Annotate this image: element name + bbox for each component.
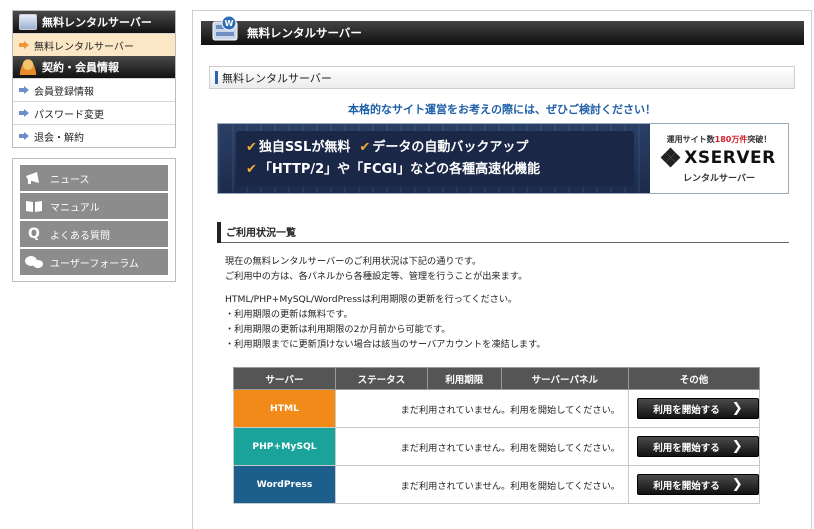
server-icon: W [209,14,243,46]
sidebar-links: ニュース マニュアル Q よくある質問 ユーザーフォーラム [12,158,176,282]
banner-stat-prefix: 運用サイト数 [666,134,715,144]
sidebar-link-label: よくある質問 [50,230,110,242]
check-icon: ✔ [246,140,257,155]
status-message: まだ利用されていません。利用を開始してください。 [335,427,629,466]
start-php-mysql-button[interactable]: 利用を開始する ❯ [637,436,759,457]
col-header-status: ステータス [335,367,428,390]
sidebar: 無料レンタルサーバー 無料レンタルサーバー 契約・会員情報 会員登録情報 パスワ… [12,10,176,282]
banner-stat: 運用サイト数180万件突破！ [667,134,772,145]
action-cell: 利用を開始する ❯ [628,465,760,504]
sidebar-link-news[interactable]: ニュース [20,165,168,191]
sidebar-link-faq[interactable]: Q よくある質問 [20,221,168,247]
banner-feature-speed: 「HTTP/2」や「FCGI」などの各種高速化機能 [258,162,541,177]
sidebar-item-password[interactable]: パスワード変更 [13,101,175,124]
action-cell: 利用を開始する ❯ [628,427,760,466]
chevron-right-icon: ❯ [731,477,743,492]
desc-line: 現在の無料レンタルサーバーのご利用状況は下記の通りです。 [225,256,482,267]
col-header-other: その他 [628,367,760,390]
banner-stat-suffix: 突破！ [747,134,772,144]
plan-wordpress: WordPress [233,465,336,504]
col-header-server: サーバー [233,367,336,390]
table-row: WordPress まだ利用されていません。利用を開始してください。 利用を開始… [233,465,760,504]
arrow-right-icon [19,86,29,94]
sidebar-link-label: ユーザーフォーラム [50,258,139,270]
check-icon: ✔ [359,140,371,155]
plan-php-mysql: PHP+MySQL [233,427,336,466]
arrow-right-icon [19,132,29,140]
sidebar-item-member-info[interactable]: 会員登録情報 [13,78,175,101]
start-button-label: 利用を開始する [653,442,720,454]
banner-feature-backup: データの自動バックアップ [372,140,529,155]
sidebar-item-label: 無料レンタルサーバー [34,41,134,53]
arrow-right-icon [19,109,29,117]
brand-sub: レンタルサーバー [683,173,755,184]
status-message: まだ利用されていません。利用を開始してください。 [335,465,629,504]
book-icon [24,197,44,215]
sidebar-item-label: 会員登録情報 [34,86,94,98]
plan-html: HTML [233,389,336,428]
sidebar-account-header: 契約・会員情報 [13,56,175,78]
page-title: 無料レンタルサーバー [209,66,795,89]
start-wordpress-button[interactable]: 利用を開始する ❯ [637,474,759,495]
status-message: まだ利用されていません。利用を開始してください。 [335,389,629,428]
usage-description: 現在の無料レンタルサーバーのご利用状況は下記の通りです。 ご利用中の方は、各パネ… [225,254,785,352]
chat-bubbles-icon [24,253,44,271]
banner-feature-ssl: 独自SSLが無料 [258,140,351,155]
sidebar-server-title: 無料レンタルサーバー [42,16,152,29]
table-header-row: サーバー ステータス 利用期限 サーバーパネル その他 [233,367,760,390]
sidebar-item-label: 退会・解約 [34,132,84,144]
sidebar-link-forum[interactable]: ユーザーフォーラム [20,249,168,275]
start-button-label: 利用を開始する [653,480,720,492]
banner-stat-value: 180万件 [714,134,748,144]
sidebar-link-label: ニュース [50,174,90,186]
arrow-right-icon [19,41,29,49]
chevron-right-icon: ❯ [731,401,743,416]
user-icon [19,59,37,75]
sidebar-server-header: 無料レンタルサーバー [13,11,175,33]
main-header: W 無料レンタルサーバー [201,15,804,45]
sidebar-server-box: 無料レンタルサーバー 無料レンタルサーバー 契約・会員情報 会員登録情報 パスワ… [12,10,176,148]
chevron-right-icon: ❯ [731,439,743,454]
server-icon [19,14,37,30]
section-title: ご利用状況一覧 [217,220,789,243]
main-content: W 無料レンタルサーバー 無料レンタルサーバー 本格的なサイト運営をお考えの際に… [192,10,812,529]
col-header-expiry: 利用期限 [426,367,502,390]
brand-name: XSERVER [684,147,776,168]
start-button-label: 利用を開始する [653,404,720,416]
sidebar-item-free-server[interactable]: 無料レンタルサーバー [13,33,175,56]
banner-line-2: ✔ 「HTTP/2」や「FCGI」などの各種高速化機能 [246,159,624,181]
desc-line: HTML/PHP+MySQL/WordPressは利用期限の更新を行ってください… [225,294,518,305]
sidebar-link-manual[interactable]: マニュアル [20,193,168,219]
table-row: PHP+MySQL まだ利用されていません。利用を開始してください。 利用を開始… [233,427,760,466]
brand-row: XSERVER [660,147,776,168]
action-cell: 利用を開始する ❯ [628,389,760,428]
banner-features-box: ✔ 独自SSLが無料 ✔ データの自動バックアップ ✔ 「HTTP/2」や「FCGI」… [236,131,634,187]
start-html-button[interactable]: 利用を開始する ❯ [637,398,759,419]
sidebar-link-label: マニュアル [50,202,100,214]
xserver-banner[interactable]: ✔ 独自SSLが無料 ✔ データの自動バックアップ ✔ 「HTTP/2」や「FCGI」… [217,123,789,194]
table-row: HTML まだ利用されていません。利用を開始してください。 利用を開始する ❯ [233,389,760,428]
sidebar-account-title: 契約・会員情報 [42,61,119,74]
col-header-server-panel: サーバーパネル [500,367,630,390]
desc-line: ・利用期限までに更新頂けない場合は該当のサーバアカウントを凍結します。 [225,339,546,350]
banner-line-1: ✔ 独自SSLが無料 ✔ データの自動バックアップ [246,137,624,159]
main-header-title: 無料レンタルサーバー [247,26,362,40]
svg-text:W: W [225,19,234,28]
desc-line: ・利用期限の更新は無料です。 [225,309,353,320]
desc-line: ・利用期限の更新は利用期限の2か月前から可能です。 [225,324,451,335]
q-icon: Q [28,226,40,242]
check-icon: ✔ [246,162,257,177]
sidebar-item-cancel[interactable]: 退会・解約 [13,124,175,147]
megaphone-icon [24,169,44,187]
tagline: 本格的なサイト運営をお考えの際には、ぜひご検討ください！ [348,103,656,116]
desc-line: ご利用中の方は、各パネルから各種設定等、管理を行うことが出来ます。 [225,271,528,282]
sidebar-item-label: パスワード変更 [34,109,104,121]
xserver-logo-icon [660,147,681,167]
usage-table: サーバー ステータス 利用期限 サーバーパネル その他 HTML まだ利用されて… [233,367,760,504]
banner-features: ✔ 独自SSLが無料 ✔ データの自動バックアップ ✔ 「HTTP/2」や「FCGI」… [218,124,650,193]
banner-brand: 運用サイト数180万件突破！ XSERVER レンタルサーバー [650,124,788,193]
